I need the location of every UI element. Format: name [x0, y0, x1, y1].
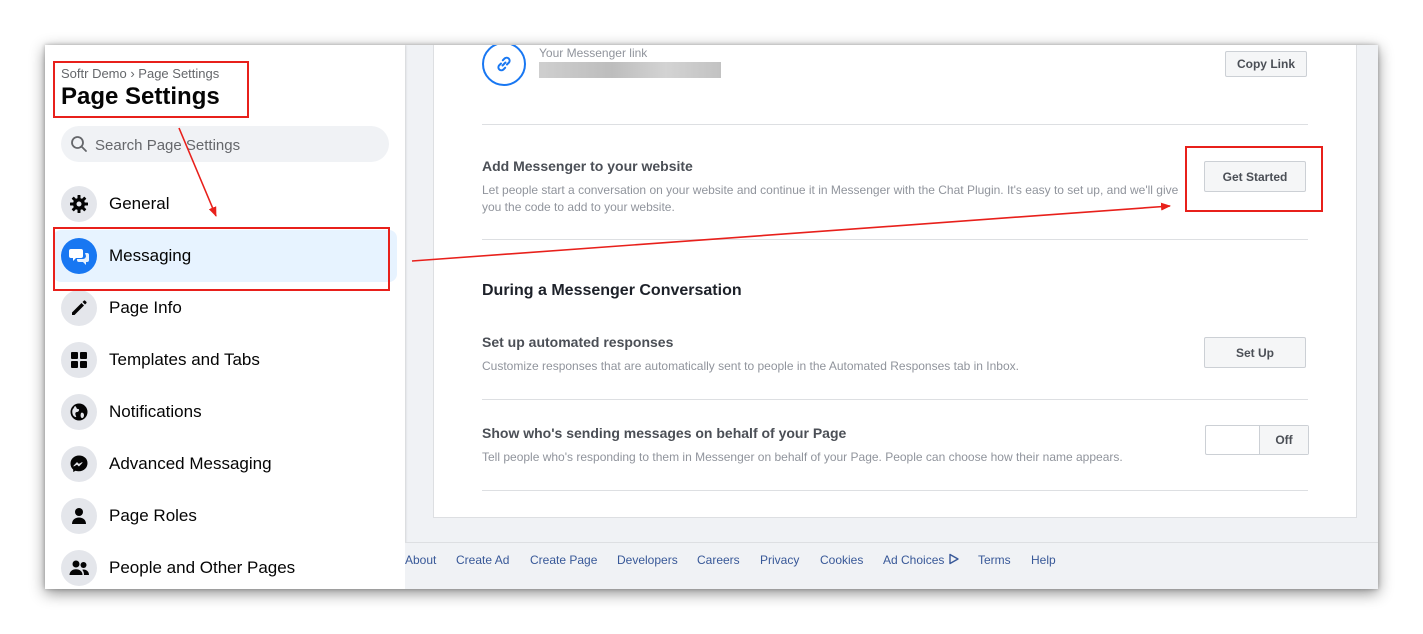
footer-link-cookies[interactable]: Cookies: [820, 553, 863, 567]
divider: [482, 399, 1308, 400]
footer-link-help[interactable]: Help: [1031, 553, 1056, 567]
sidebar-item-notifications[interactable]: Notifications: [53, 386, 397, 438]
settings-sidebar: Softr Demo › Page Settings Page Settings: [45, 45, 405, 589]
sidebar-item-page-roles[interactable]: Page Roles: [53, 490, 397, 542]
divider: [482, 124, 1308, 125]
automated-responses-title: Set up automated responses: [482, 334, 674, 350]
section-heading-during-conversation: During a Messenger Conversation: [482, 282, 742, 299]
sidebar-item-label: Page Roles: [109, 506, 197, 525]
ad-choices-icon: [949, 553, 959, 565]
messaging-settings-card: Your Messenger link Copy Link Add Messen…: [433, 45, 1357, 518]
annotation-box-messaging: [53, 227, 390, 291]
people-icon: [61, 550, 97, 586]
footer-link-careers[interactable]: Careers: [697, 553, 740, 567]
link-icon: [482, 45, 526, 86]
show-sender-title: Show who's sending messages on behalf of…: [482, 425, 847, 441]
annotation-box-page-settings: [53, 61, 249, 118]
grid-icon: [61, 342, 97, 378]
globe-icon: [61, 394, 97, 430]
divider: [482, 239, 1308, 240]
footer-link-privacy[interactable]: Privacy: [760, 553, 799, 567]
search-input[interactable]: [93, 126, 387, 164]
messenger-link-caption: Your Messenger link: [539, 46, 648, 60]
footer-link-ad-choices[interactable]: Ad Choices: [883, 553, 960, 567]
divider: [482, 490, 1308, 491]
search-icon: [71, 136, 87, 152]
person-icon: [61, 498, 97, 534]
set-up-button[interactable]: Set Up: [1204, 337, 1306, 368]
sidebar-item-label: Notifications: [109, 402, 202, 421]
browser-frame: Softr Demo › Page Settings Page Settings: [45, 45, 1378, 589]
footer-link-developers[interactable]: Developers: [617, 553, 678, 567]
sidebar-item-label: Advanced Messaging: [109, 454, 272, 473]
show-sender-toggle[interactable]: Off: [1205, 425, 1309, 455]
show-sender-description: Tell people who's responding to them in …: [482, 450, 1123, 464]
footer-link-create-page[interactable]: Create Page: [530, 553, 597, 567]
copy-link-button[interactable]: Copy Link: [1225, 51, 1307, 77]
footer: About Create Ad Create Page Developers C…: [405, 542, 1378, 589]
automated-responses-description: Customize responses that are automatical…: [482, 359, 1019, 373]
sidebar-item-templates-and-tabs[interactable]: Templates and Tabs: [53, 334, 397, 386]
sidebar-item-label: General: [109, 194, 170, 213]
footer-link-about[interactable]: About: [405, 553, 436, 567]
sidebar-item-general[interactable]: General: [53, 178, 397, 230]
sidebar-item-advanced-messaging[interactable]: Advanced Messaging: [53, 438, 397, 490]
sidebar-item-label: Page Info: [109, 298, 182, 317]
messenger-icon: [61, 446, 97, 482]
annotation-box-get-started: [1185, 146, 1323, 212]
footer-link-label: Ad Choices: [883, 553, 945, 567]
toggle-state-label: Off: [1259, 426, 1308, 454]
pencil-icon: [61, 290, 97, 326]
search-box[interactable]: [61, 126, 389, 164]
add-messenger-title: Add Messenger to your website: [482, 158, 693, 174]
messenger-link-value-redacted: [539, 62, 721, 78]
footer-link-create-ad[interactable]: Create Ad: [456, 553, 509, 567]
sidebar-item-label: People and Other Pages: [109, 558, 296, 577]
add-messenger-description: Let people start a conversation on your …: [482, 183, 1179, 214]
sidebar-item-label: Templates and Tabs: [109, 350, 260, 369]
gear-icon: [61, 186, 97, 222]
sidebar-item-people-and-other-pages[interactable]: People and Other Pages: [53, 542, 397, 589]
footer-link-terms[interactable]: Terms: [978, 553, 1011, 567]
